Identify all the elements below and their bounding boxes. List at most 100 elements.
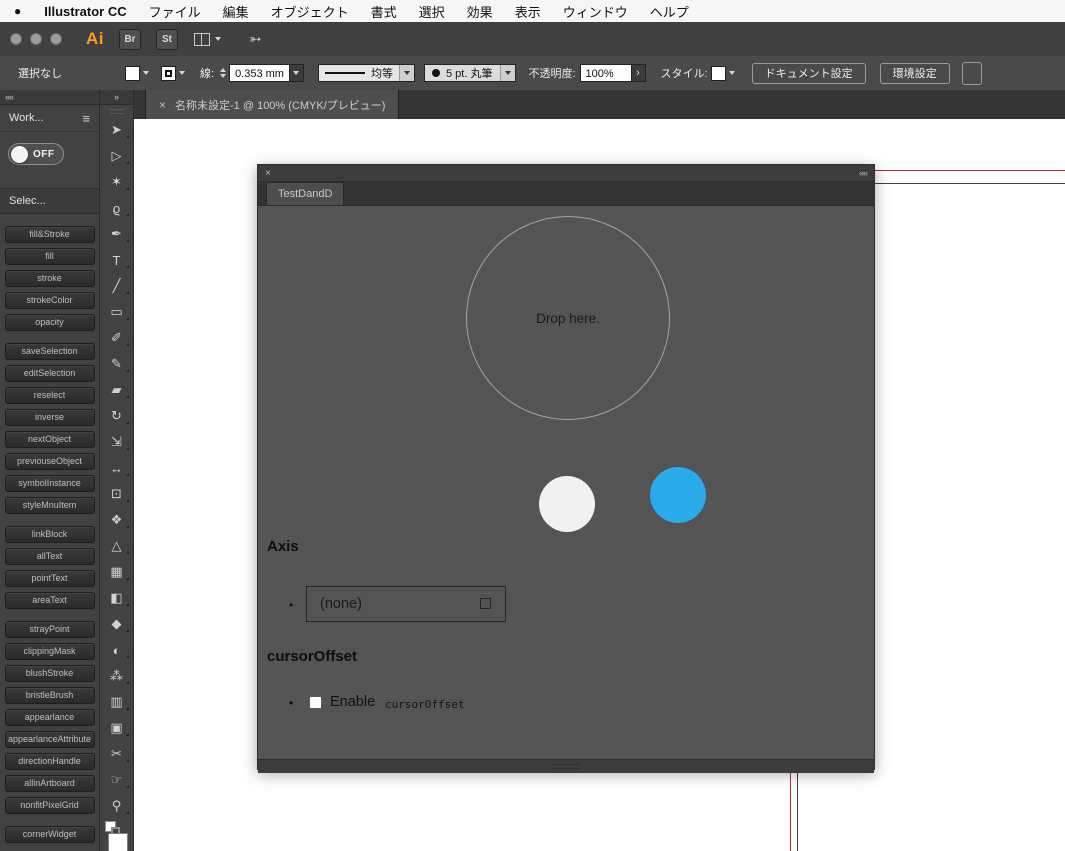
tool-column-graph[interactable]: ▥: [100, 689, 133, 715]
tool-perspective-grid[interactable]: △: [100, 533, 133, 559]
window-close-button[interactable]: [10, 33, 22, 45]
tool-rotate[interactable]: ↻: [100, 403, 133, 429]
canvas[interactable]: × «« TestDandD Drop here. Axis • (none) …: [134, 119, 1065, 851]
tool-shape-builder[interactable]: ❖: [100, 507, 133, 533]
profile-dropdown-button[interactable]: [398, 65, 414, 81]
dock-button-stroke-color[interactable]: strokeColor: [4, 292, 95, 309]
brush-dropdown-button[interactable]: [500, 65, 516, 81]
document-tab[interactable]: × 名称未設定-1 @ 100% (CMYK/プレビュー): [145, 90, 400, 119]
axis-dropdown[interactable]: (none): [306, 586, 506, 622]
window-zoom-button[interactable]: [50, 33, 62, 45]
white-circle[interactable]: [539, 476, 595, 532]
tool-mesh[interactable]: ▦: [100, 559, 133, 585]
menu-type[interactable]: 書式: [360, 2, 408, 21]
stroke-color-dropdown[interactable]: [158, 64, 188, 83]
menu-effect[interactable]: 効果: [456, 2, 504, 21]
tool-symbol-sprayer[interactable]: ⁂: [100, 663, 133, 689]
menu-help[interactable]: ヘルプ: [639, 2, 700, 21]
stroke-weight-field[interactable]: 0.353 mm: [229, 64, 304, 82]
menu-select[interactable]: 選択: [408, 2, 456, 21]
dock-button-blush-stroke[interactable]: blushStroke: [4, 665, 95, 682]
drop-target-circle[interactable]: Drop here.: [466, 216, 670, 420]
panel-collapse-icon[interactable]: ««: [859, 168, 868, 178]
tool-type[interactable]: T: [100, 247, 133, 273]
dock-button-clipping-mask[interactable]: clippingMask: [4, 643, 95, 660]
off-toggle[interactable]: OFF: [8, 143, 64, 165]
enable-checkbox[interactable]: [309, 696, 322, 709]
blue-circle[interactable]: [650, 467, 706, 523]
dock-button-appearlance[interactable]: appearlance: [4, 709, 95, 726]
dock-button-allin-artboard[interactable]: allinArtboard: [4, 775, 95, 792]
menu-file[interactable]: ファイル: [138, 2, 212, 21]
tool-eyedropper[interactable]: ◆: [100, 611, 133, 637]
dock-button-link-block[interactable]: linkBlock: [4, 526, 95, 543]
tool-scale[interactable]: ⇲: [100, 429, 133, 455]
dock-button-all-text[interactable]: allText: [4, 548, 95, 565]
dock-button-fill[interactable]: fill: [4, 248, 95, 265]
tool-pen[interactable]: ✒: [100, 221, 133, 247]
fill-color-dropdown[interactable]: [122, 64, 152, 83]
menu-app-name[interactable]: Illustrator CC: [33, 4, 137, 19]
tool-width[interactable]: ↔: [100, 455, 133, 481]
dock-button-opacity[interactable]: opacity: [4, 314, 95, 331]
stroke-weight-dropdown-button[interactable]: [289, 64, 304, 82]
stock-button[interactable]: St: [156, 28, 178, 50]
share-icon[interactable]: ➳: [249, 30, 262, 48]
tool-paintbrush[interactable]: ✐: [100, 325, 133, 351]
tool-hand[interactable]: ☞: [100, 767, 133, 793]
bridge-button[interactable]: Br: [119, 28, 141, 50]
tool-free-transform[interactable]: ⊡: [100, 481, 133, 507]
window-minimize-button[interactable]: [30, 33, 42, 45]
panel-header[interactable]: × ««: [258, 165, 874, 182]
dock-button-next-object[interactable]: nextObject: [4, 431, 95, 448]
dock-button-bristle-brush[interactable]: bristleBrush: [4, 687, 95, 704]
tool-gradient[interactable]: ◧: [100, 585, 133, 611]
menu-object[interactable]: オブジェクト: [260, 2, 360, 21]
menu-edit[interactable]: 編集: [212, 2, 260, 21]
dock-button-fill-stroke[interactable]: fill&Stroke: [4, 226, 95, 243]
tab-close-icon[interactable]: ×: [159, 98, 166, 112]
dock-button-corner-widget[interactable]: cornerWidget: [4, 826, 95, 843]
tool-pencil[interactable]: ✎: [100, 351, 133, 377]
menu-window[interactable]: ウィンドウ: [552, 2, 639, 21]
style-dropdown[interactable]: [708, 64, 738, 83]
preferences-button[interactable]: 環境設定: [879, 62, 950, 84]
dock-button-style-mnu-item[interactable]: styleMnuItem: [4, 497, 95, 514]
dock-button-save-selection[interactable]: saveSelection: [4, 343, 95, 360]
dock-button-appearlance-attribute[interactable]: appearlanceAttribute: [4, 731, 95, 748]
dock-button-area-text[interactable]: areaText: [4, 592, 95, 609]
tool-magic-wand[interactable]: ✶: [100, 169, 133, 195]
tool-direct-selection[interactable]: ▷: [100, 143, 133, 169]
panel-close-icon[interactable]: ×: [265, 168, 271, 179]
opacity-options-button[interactable]: ›: [631, 64, 646, 82]
opacity-field[interactable]: 100%: [579, 64, 632, 82]
apple-logo-icon[interactable]: ●: [0, 4, 33, 18]
tool-eraser[interactable]: ▰: [100, 377, 133, 403]
collapse-dock-icon[interactable]: ««: [5, 92, 14, 102]
panel-resize-grip[interactable]: [258, 759, 874, 773]
panel-menu-icon[interactable]: ≡: [82, 111, 90, 126]
expand-tools-icon[interactable]: »: [114, 92, 119, 102]
stroke-weight-stepper[interactable]: [220, 68, 227, 78]
dock-button-direction-handle[interactable]: directionHandle: [4, 753, 95, 770]
dock-button-previouse-object[interactable]: previouseObject: [4, 453, 95, 470]
brush-dropdown[interactable]: 5 pt. 丸筆: [423, 64, 517, 82]
fill-color-swatch[interactable]: [108, 833, 128, 851]
tab-testdandd[interactable]: TestDandD: [266, 182, 345, 205]
dock-button-inverse[interactable]: inverse: [4, 409, 95, 426]
tool-selection[interactable]: ➤: [100, 117, 133, 143]
tool-rectangle[interactable]: ▭: [100, 299, 133, 325]
dock-button-symbol-instance[interactable]: symbolInstance: [4, 475, 95, 492]
dock-button-edit-selection[interactable]: editSelection: [4, 365, 95, 382]
document-setup-button[interactable]: ドキュメント設定: [751, 62, 866, 84]
dock-button-stroke[interactable]: stroke: [4, 270, 95, 287]
dock-button-stray-point[interactable]: strayPoint: [4, 621, 95, 638]
dock-button-reselect[interactable]: reselect: [4, 387, 95, 404]
tool-lasso[interactable]: ϱ: [100, 195, 133, 221]
menu-view[interactable]: 表示: [504, 2, 552, 21]
tool-slice[interactable]: ✂: [100, 741, 133, 767]
arrange-documents-button[interactable]: [194, 32, 221, 46]
tool-line-segment[interactable]: ╱: [100, 273, 133, 299]
dock-button-nonfit-pixel-grid[interactable]: nonfitPixelGrid: [4, 797, 95, 814]
dock-button-point-text[interactable]: pointText: [4, 570, 95, 587]
